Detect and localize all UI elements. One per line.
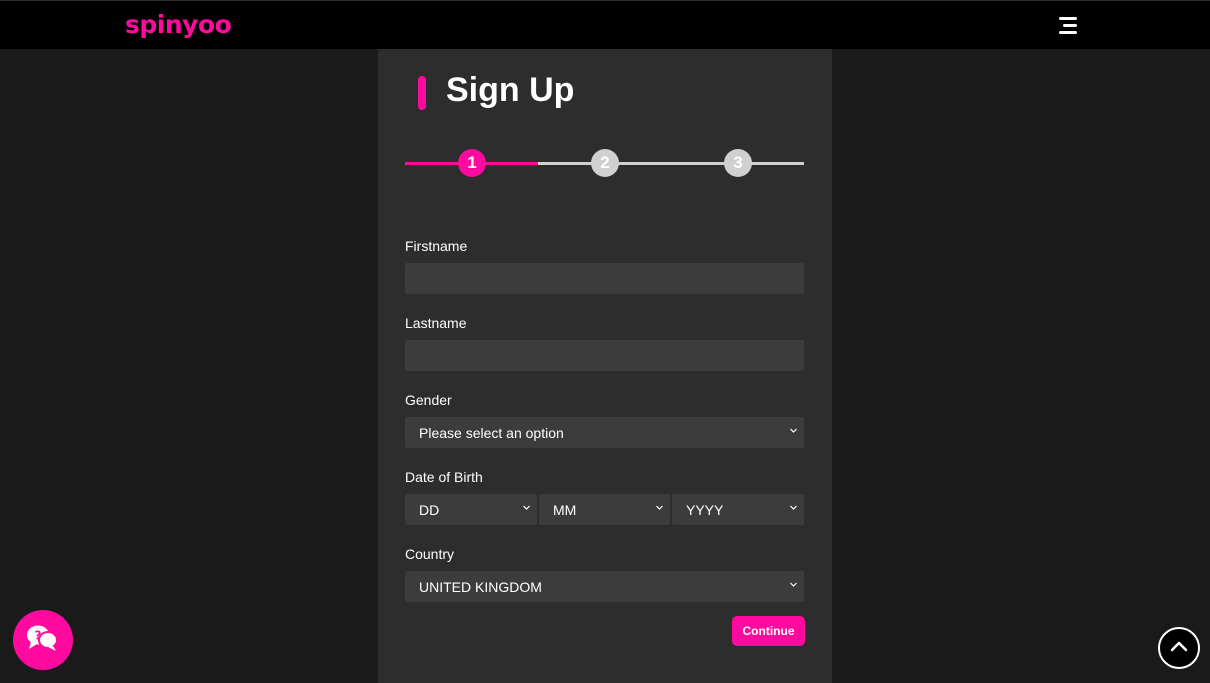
chevron-down-icon [656,504,663,511]
firstname-input[interactable] [405,263,804,294]
step-1-indicator: 1 [458,149,486,177]
country-select[interactable]: UNITED KINGDOM [405,571,804,602]
country-label: Country [405,546,455,562]
gender-select[interactable]: Please select an option [405,417,804,448]
page-title: Sign Up [446,71,575,109]
step-2-indicator: 2 [591,149,619,177]
chevron-down-icon [790,504,797,511]
title-accent-bar [418,76,426,110]
step-line-remaining [538,162,804,165]
country-selected-value: UNITED KINGDOM [419,578,542,595]
dob-month-select[interactable]: MM [539,494,670,525]
step-3-indicator: 3 [724,149,752,177]
scroll-to-top-button[interactable] [1158,627,1200,669]
dob-day-select[interactable]: DD [405,494,537,525]
chevron-up-icon [1170,639,1188,657]
dob-year-value: YYYY [686,501,724,518]
hamburger-menu-icon[interactable] [1057,15,1077,35]
spinyoo-logo[interactable]: spinyoo [125,10,232,39]
dob-day-value: DD [419,501,440,518]
progress-stepper: 1 2 3 [405,149,804,177]
chat-help-button[interactable]: ? [13,610,73,670]
svg-text:?: ? [35,628,42,642]
chevron-down-icon [523,504,530,511]
lastname-label: Lastname [405,315,467,331]
top-navigation-bar: spinyoo [0,0,1210,49]
chevron-down-icon [790,427,797,434]
continue-button[interactable]: Continue [732,616,805,646]
chevron-down-icon [790,581,797,588]
lastname-input[interactable] [405,340,804,371]
firstname-label: Firstname [405,238,468,254]
dob-month-value: MM [553,501,577,518]
gender-label: Gender [405,392,452,408]
gender-selected-value: Please select an option [419,424,564,441]
signup-panel: Sign Up 1 2 3 Firstname Lastname Gender … [378,49,832,683]
dob-year-select[interactable]: YYYY [672,494,804,525]
chat-help-icon: ? [26,624,60,657]
dob-label: Date of Birth [405,469,483,485]
